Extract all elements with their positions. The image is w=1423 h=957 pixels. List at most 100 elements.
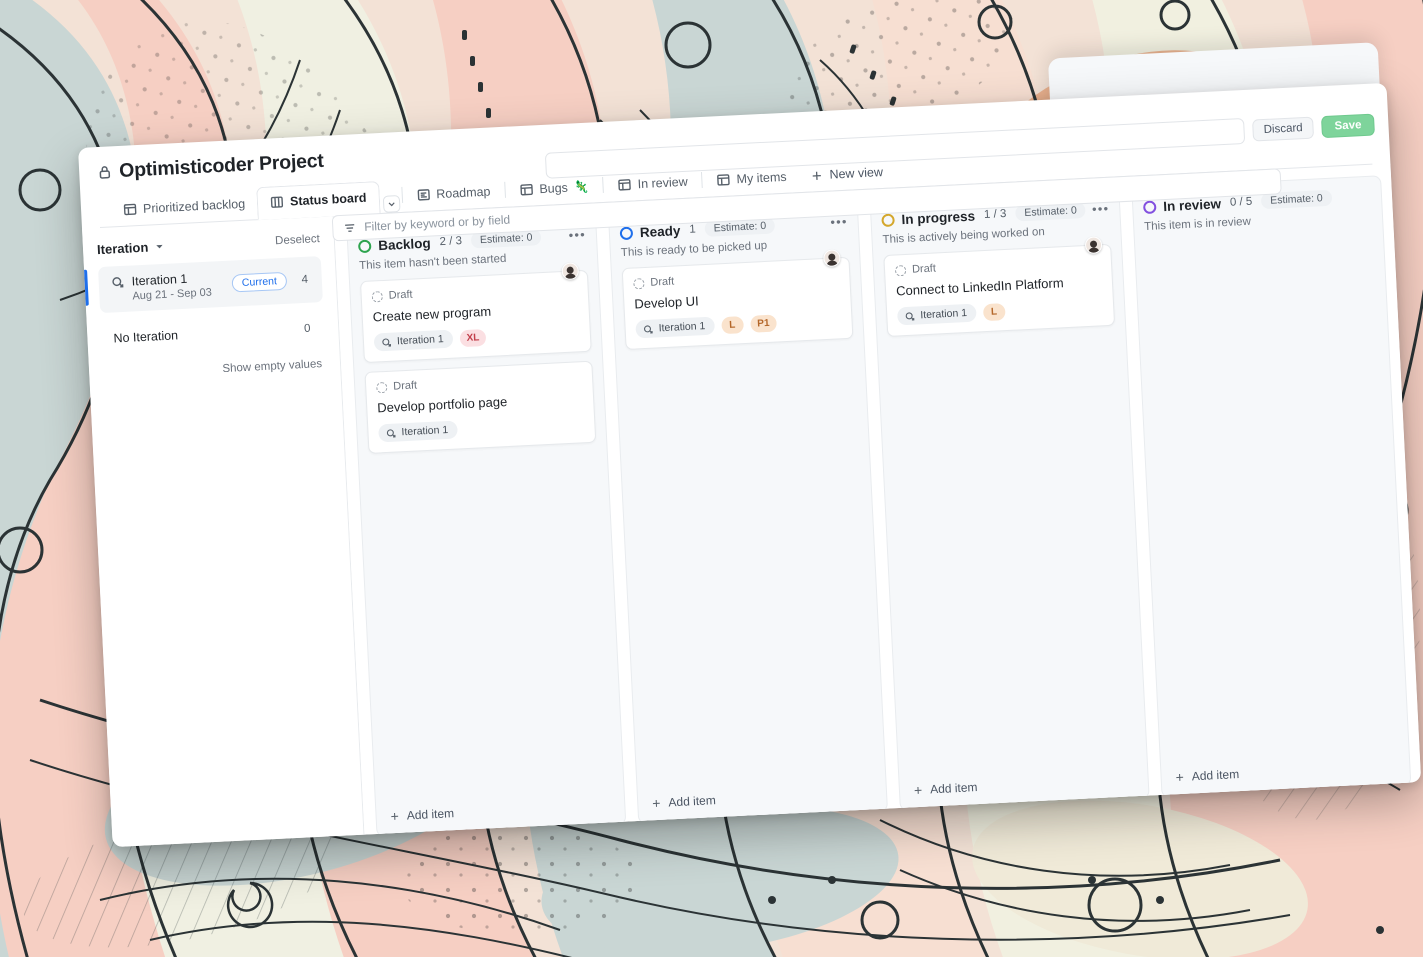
sidebar-item-count: 4 xyxy=(297,273,314,286)
board-column-in-review: In review 0 / 5 Estimate: 0 This item is… xyxy=(1131,175,1411,798)
new-view-label: New view xyxy=(829,165,883,182)
column-count: 1 xyxy=(689,223,696,235)
tab-prioritized-backlog[interactable]: Prioritized backlog xyxy=(110,188,258,226)
board-card[interactable]: Draft Create new program Iteration 1 xyxy=(360,270,592,363)
slicer-sidebar: Iteration Deselect xyxy=(82,216,365,847)
draft-circle-icon xyxy=(895,264,907,276)
add-item-label: Add item xyxy=(1191,767,1239,783)
status-dot-backlog xyxy=(358,239,372,253)
iteration-icon xyxy=(904,310,916,322)
filter-icon xyxy=(343,221,357,235)
tab-in-review[interactable]: In review xyxy=(605,166,700,202)
show-empty-values-button[interactable]: Show empty values xyxy=(103,358,326,381)
sidebar-item-label: No Iteration xyxy=(113,328,178,345)
chevron-down-icon xyxy=(155,242,164,251)
board-card[interactable]: Draft Develop portfolio page Iteration xyxy=(364,361,596,454)
plus-icon: + xyxy=(914,783,923,797)
iteration-icon xyxy=(381,336,393,348)
add-item-label: Add item xyxy=(668,793,716,809)
card-state: Draft xyxy=(633,267,839,289)
table-view-icon xyxy=(123,202,138,217)
slicer-field-label: Iteration xyxy=(97,240,149,258)
card-iteration-tag: Iteration 1 xyxy=(897,304,977,326)
sidebar-item-iteration-1[interactable]: Iteration 1 Aug 21 - Sep 03 Current 4 xyxy=(98,256,323,313)
sidebar-item-content: Iteration 1 Aug 21 - Sep 03 xyxy=(110,270,232,304)
avatar xyxy=(1085,236,1103,254)
tab-divider xyxy=(401,187,403,203)
card-state-label: Draft xyxy=(393,379,417,392)
board-card[interactable]: Draft Develop UI Iteration 1 xyxy=(622,257,854,350)
roadmap-view-icon xyxy=(416,188,431,203)
card-tags: Iteration 1 XL xyxy=(374,323,581,351)
search-placeholder: Filter by keyword or by field xyxy=(364,213,511,234)
add-item-label: Add item xyxy=(930,780,978,796)
status-dot-in-review xyxy=(1143,200,1157,214)
plus-icon xyxy=(810,168,824,182)
draft-circle-icon xyxy=(633,278,645,290)
card-state-label: Draft xyxy=(650,276,674,289)
tab-divider xyxy=(602,177,604,193)
plus-icon: + xyxy=(390,809,399,823)
column-empty-space xyxy=(1145,231,1399,761)
lizard-emoji-icon: 🦎 xyxy=(573,180,589,195)
tab-label: Bugs xyxy=(539,181,568,196)
board-column-backlog: Backlog 2 / 3 Estimate: 0 ••• This item … xyxy=(346,214,626,837)
tab-label: In review xyxy=(637,175,688,191)
tab-label: Status board xyxy=(290,191,367,209)
card-size-tag: XL xyxy=(459,328,487,346)
tab-label: Prioritized backlog xyxy=(143,197,246,216)
tab-label: Roadmap xyxy=(436,185,491,202)
page-title: Optimisticoder Project xyxy=(119,150,325,183)
tab-divider xyxy=(701,172,703,188)
column-empty-space xyxy=(369,452,613,800)
card-title: Create new program xyxy=(372,299,578,324)
card-iteration-label: Iteration 1 xyxy=(920,307,967,321)
avatar xyxy=(823,249,841,267)
add-item-label: Add item xyxy=(406,806,454,822)
tab-label: My items xyxy=(736,170,787,186)
iteration-icon xyxy=(642,323,654,335)
new-view-button[interactable]: New view xyxy=(798,156,896,192)
column-count: 1 / 3 xyxy=(984,208,1007,221)
tab-divider xyxy=(504,182,506,198)
tab-my-items[interactable]: My items xyxy=(704,161,799,197)
card-state: Draft xyxy=(895,254,1101,276)
board-card[interactable]: Draft Connect to LinkedIn Platform Iter xyxy=(883,244,1115,337)
card-iteration-label: Iteration 1 xyxy=(397,333,444,347)
tab-bugs[interactable]: Bugs 🦎 xyxy=(507,171,602,207)
card-iteration-tag: Iteration 1 xyxy=(635,317,715,339)
sidebar-item-title: No Iteration xyxy=(113,322,299,345)
column-count: 0 / 5 xyxy=(1230,196,1253,209)
status-board: Backlog 2 / 3 Estimate: 0 ••• This item … xyxy=(334,164,1421,838)
card-state-label: Draft xyxy=(912,263,936,276)
tab-roadmap[interactable]: Roadmap xyxy=(404,176,504,212)
board-view-icon xyxy=(270,195,285,210)
sidebar-item-content: No Iteration xyxy=(113,322,299,345)
card-state: Draft xyxy=(371,280,577,302)
iteration-icon xyxy=(385,427,397,439)
sidebar-item-daterange: Aug 21 - Sep 03 xyxy=(132,286,232,303)
slicer-header: Iteration Deselect xyxy=(97,231,320,257)
board-column-in-progress: In progress 1 / 3 Estimate: 0 ••• This i… xyxy=(870,188,1150,811)
slicer-field-selector[interactable]: Iteration xyxy=(97,239,165,257)
plus-icon: + xyxy=(652,796,661,810)
sidebar-item-count: 0 xyxy=(299,322,316,335)
card-state-label: Draft xyxy=(388,289,412,302)
status-dot-ready xyxy=(620,226,634,240)
lock-icon xyxy=(97,164,113,180)
table-view-icon xyxy=(716,173,731,188)
card-iteration-tag: Iteration 1 xyxy=(378,421,458,443)
sidebar-item-no-iteration[interactable]: No Iteration 0 xyxy=(101,312,325,355)
card-iteration-label: Iteration 1 xyxy=(401,424,448,438)
column-empty-space xyxy=(626,348,875,787)
card-title: Develop UI xyxy=(634,286,840,311)
window-body: Iteration Deselect xyxy=(82,164,1421,847)
card-iteration-tag: Iteration 1 xyxy=(374,330,454,352)
iteration-icon xyxy=(110,275,125,290)
deselect-button[interactable]: Deselect xyxy=(275,233,320,247)
draft-circle-icon xyxy=(371,291,383,303)
draft-circle-icon xyxy=(376,381,388,393)
table-view-icon xyxy=(617,178,632,193)
chevron-down-icon[interactable] xyxy=(382,195,400,213)
table-view-icon xyxy=(519,182,534,197)
